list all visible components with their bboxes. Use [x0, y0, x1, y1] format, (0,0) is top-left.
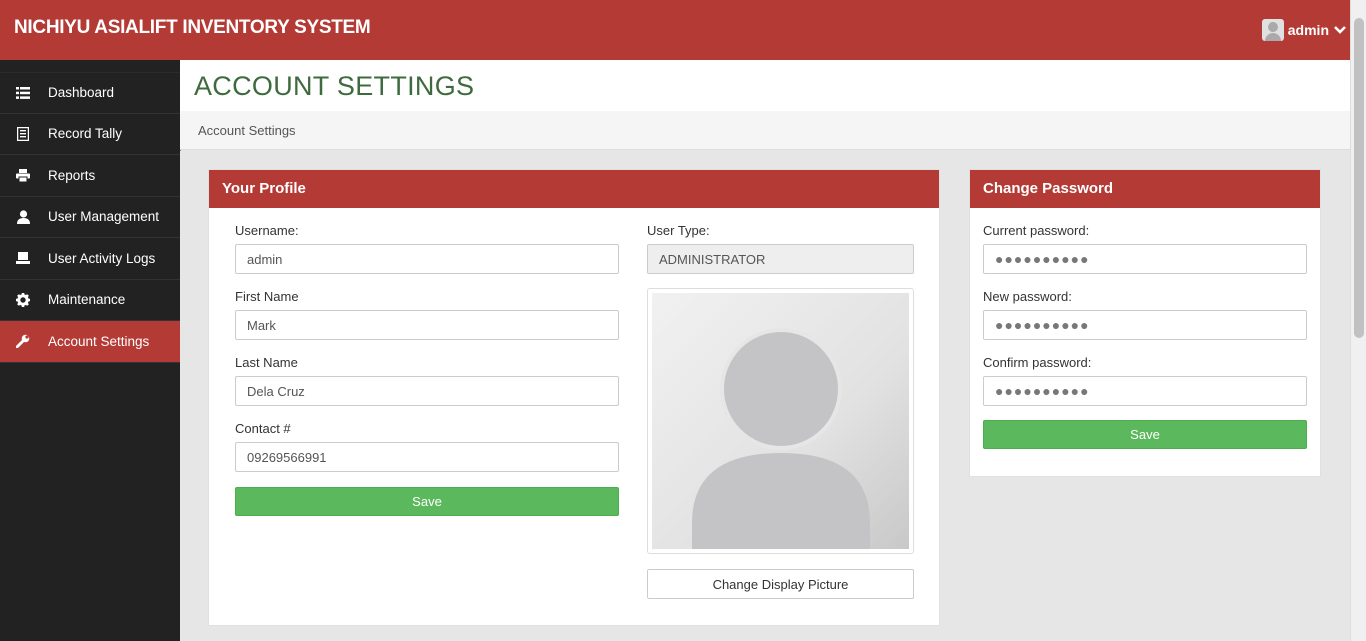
laptop-icon — [15, 250, 31, 266]
new-password-input[interactable] — [983, 310, 1307, 340]
contact-label: Contact # — [235, 421, 291, 436]
page-header: ACCOUNT SETTINGS — [180, 60, 1350, 111]
gear-icon — [15, 292, 31, 308]
page-title: ACCOUNT SETTINGS — [194, 71, 475, 101]
first-name-input[interactable] — [235, 310, 619, 340]
sidebar-item-maintenance[interactable]: Maintenance — [0, 280, 180, 321]
sidebar-item-record-tally[interactable]: Record Tally — [0, 114, 180, 155]
sidebar-item-label: Record Tally — [48, 126, 123, 142]
sidebar-item-reports[interactable]: Reports — [0, 155, 180, 197]
display-picture — [652, 293, 909, 549]
sidebar-item-label: Reports — [48, 167, 96, 183]
last-name-input[interactable] — [235, 376, 619, 406]
confirm-password-input[interactable] — [983, 376, 1307, 406]
breadcrumb-item: Account Settings — [198, 123, 296, 138]
page-scrollbar[interactable] — [1350, 0, 1366, 641]
sidebar-item-label: Maintenance — [48, 292, 126, 308]
chevron-down-icon — [1334, 26, 1346, 34]
confirm-password-label: Confirm password: — [983, 355, 1092, 370]
first-name-label: First Name — [235, 289, 299, 304]
display-picture-frame — [647, 288, 914, 554]
current-password-label: Current password: — [983, 223, 1090, 238]
profile-save-button[interactable]: Save — [235, 487, 619, 516]
printer-icon — [15, 167, 31, 183]
sidebar-item-dashboard[interactable]: Dashboard — [0, 72, 180, 114]
app-title: NICHIYU ASIALIFT INVENTORY SYSTEM — [14, 17, 371, 38]
change-password-heading: Change Password — [970, 170, 1320, 208]
list-icon — [15, 85, 31, 101]
new-password-label: New password: — [983, 289, 1072, 304]
user-type-field — [647, 244, 914, 274]
username-input[interactable] — [235, 244, 619, 274]
sidebar-item-label: User Management — [48, 209, 160, 225]
contact-input[interactable] — [235, 442, 619, 472]
user-type-label: User Type: — [647, 223, 710, 238]
sidebar-item-user-activity-logs[interactable]: User Activity Logs — [0, 238, 180, 280]
document-icon — [15, 126, 31, 142]
user-icon — [15, 209, 31, 225]
change-display-picture-button[interactable]: Change Display Picture — [647, 569, 914, 599]
default-avatar-icon — [692, 328, 870, 549]
breadcrumb: Account Settings — [180, 111, 1350, 150]
profile-panel: Your Profile Username: First Name Last N… — [208, 169, 940, 626]
wrench-icon — [15, 333, 31, 349]
current-password-input[interactable] — [983, 244, 1307, 274]
sidebar-item-label: User Activity Logs — [48, 250, 156, 266]
sidebar-item-user-management[interactable]: User Management — [0, 197, 180, 238]
sidebar-item-account-settings[interactable]: Account Settings — [0, 321, 180, 363]
user-avatar-icon — [1261, 19, 1284, 41]
sidebar-item-label: Dashboard — [48, 85, 115, 101]
password-save-button[interactable]: Save — [983, 420, 1307, 449]
profile-panel-heading: Your Profile — [209, 170, 939, 208]
scrollbar-thumb[interactable] — [1354, 18, 1364, 338]
username-label: Username: — [235, 223, 299, 238]
user-menu[interactable]: admin — [1261, 19, 1347, 41]
last-name-label: Last Name — [235, 355, 298, 370]
user-name: admin — [1287, 22, 1329, 38]
top-navbar: NICHIYU ASIALIFT INVENTORY SYSTEM admin — [0, 0, 1350, 60]
change-password-panel: Change Password Current password: New pa… — [969, 169, 1321, 477]
sidebar-item-label: Account Settings — [48, 333, 150, 349]
sidebar: Dashboard Record Tally Reports User Mana… — [0, 60, 180, 641]
